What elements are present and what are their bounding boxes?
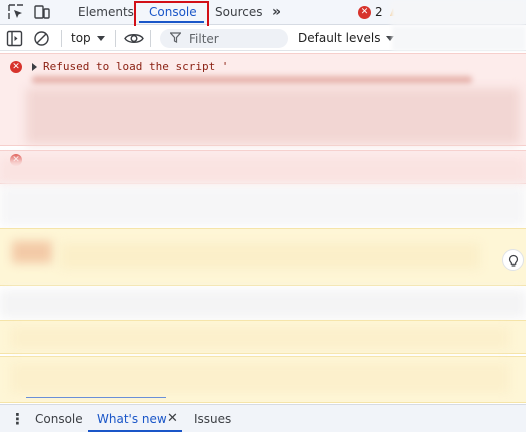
- close-icon[interactable]: ✕: [167, 405, 178, 432]
- context-label: top: [71, 31, 91, 45]
- device-toolbar-icon[interactable]: [33, 3, 51, 21]
- log-levels-dropdown[interactable]: Default levels: [298, 30, 395, 47]
- redacted-region: [392, 26, 526, 51]
- drawer-tab-console[interactable]: Console: [35, 405, 83, 432]
- redacted-text: [10, 363, 510, 393]
- error-text-row: Refused to load the script ': [32, 60, 228, 73]
- chevron-down-icon: [96, 36, 105, 41]
- redacted-region: [0, 186, 526, 226]
- console-warning-message[interactable]: [0, 228, 526, 286]
- inspect-element-icon[interactable]: [7, 3, 25, 21]
- filter-placeholder: Filter: [189, 31, 219, 46]
- error-icon: ✕: [10, 61, 22, 73]
- redacted-text: [26, 88, 520, 144]
- devtools-tabbar: Elements Console Sources » ✕ 2: [0, 0, 526, 29]
- console-warning-message[interactable]: [0, 356, 526, 403]
- toolbar-divider: [150, 30, 151, 47]
- redacted-text: [0, 157, 526, 185]
- drawer-menu-icon[interactable]: ⋮: [10, 405, 25, 432]
- redacted-text: [60, 243, 480, 269]
- console-toolbar: top Filter Default levels: [0, 26, 526, 51]
- redacted-text: [10, 327, 510, 349]
- filter-input[interactable]: Filter: [160, 29, 288, 48]
- redacted-text: [12, 241, 52, 263]
- error-icon: ✕: [358, 5, 371, 19]
- sidebar-toggle-icon[interactable]: [6, 30, 24, 48]
- redacted-region: [0, 290, 526, 318]
- expand-triangle-icon[interactable]: [32, 62, 37, 71]
- error-count: 2: [375, 5, 383, 19]
- console-warning-message[interactable]: [0, 320, 526, 354]
- drawer-tabbar: ⋮ Console What's new ✕ Issues: [0, 404, 526, 432]
- toolbar-divider: [115, 30, 116, 47]
- tab-sources[interactable]: Sources: [215, 0, 262, 24]
- error-counter[interactable]: ✕ 2: [358, 5, 383, 19]
- error-message-text: Refused to load the script ': [43, 60, 229, 73]
- ai-assist-button[interactable]: [502, 249, 524, 271]
- clear-console-icon[interactable]: [33, 30, 51, 48]
- context-selector[interactable]: top: [71, 30, 105, 47]
- log-levels-label: Default levels: [298, 31, 381, 45]
- redacted-source-link[interactable]: [26, 397, 166, 398]
- eye-icon[interactable]: [124, 30, 144, 48]
- console-error-message[interactable]: ✕: [0, 150, 526, 185]
- console-error-message[interactable]: ✕ Refused to load the script ': [0, 53, 526, 146]
- redacted-text: [32, 76, 472, 84]
- filter-icon: [169, 31, 182, 46]
- tab-elements[interactable]: Elements: [78, 0, 134, 24]
- lightbulb-icon: [508, 254, 518, 267]
- console-messages: ✕ Refused to load the script ' ✕: [0, 52, 526, 403]
- console-tab-highlight: [134, 1, 209, 29]
- toolbar-divider: [61, 30, 62, 47]
- redacted-region: [390, 0, 526, 25]
- drawer-tab-whats-new[interactable]: What's new: [97, 405, 167, 432]
- more-tabs-icon[interactable]: »: [272, 0, 281, 24]
- drawer-tab-issues[interactable]: Issues: [194, 405, 231, 432]
